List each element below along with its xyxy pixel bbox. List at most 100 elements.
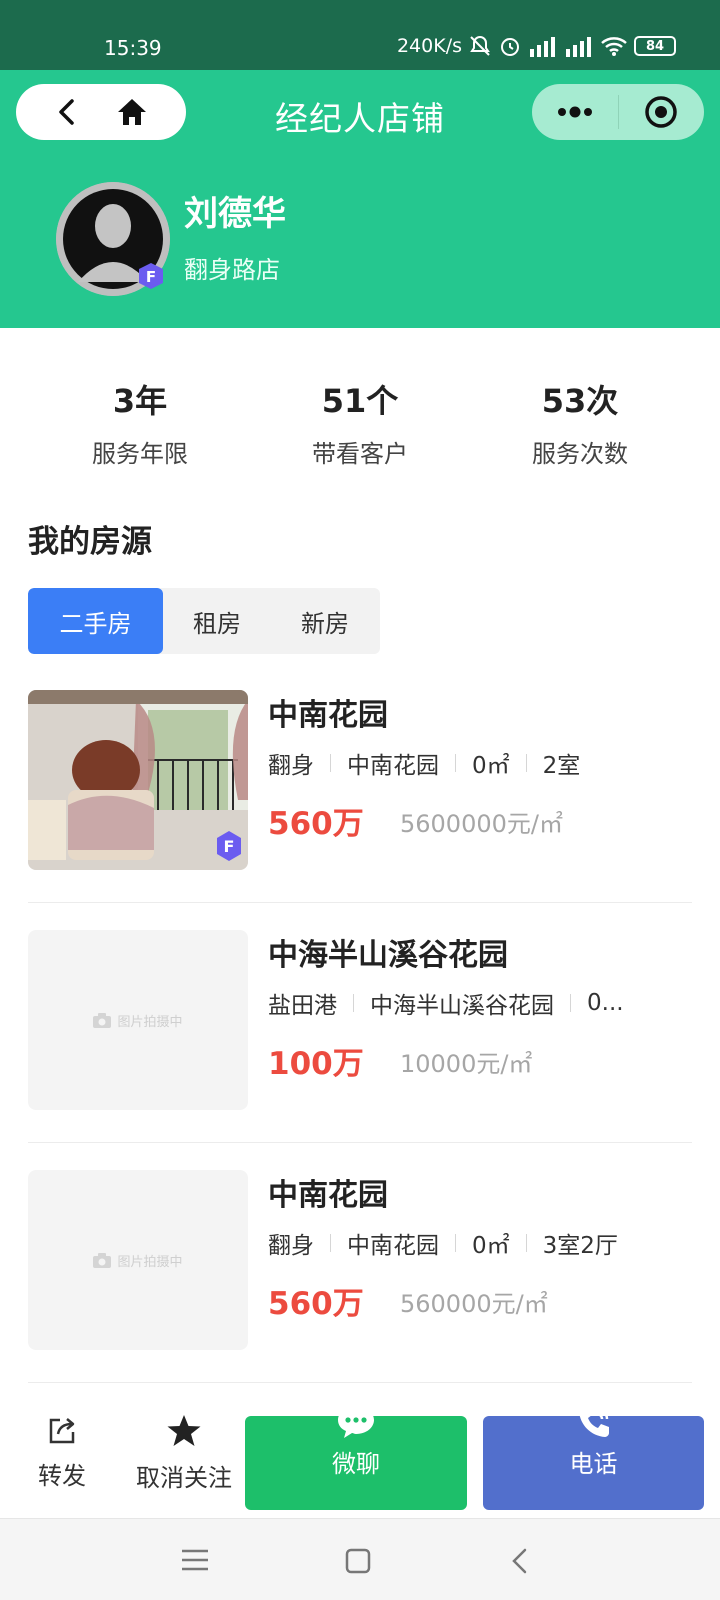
listing-item[interactable]: 图片拍摄中 中海半山溪谷花园 盐田港 中海半山溪谷花园 0... 100万 10… (28, 930, 692, 1140)
section-title: 我的房源 (28, 524, 152, 560)
divider (28, 1142, 692, 1143)
listing-item[interactable]: F 中南花园 翻身 中南花园 0㎡ 2室 560万 5600000元/㎡ (28, 690, 692, 900)
meta-separator (525, 754, 527, 772)
more-icon (557, 106, 592, 118)
battery-icon: 84 (634, 36, 676, 56)
listing-tabs: 二手房 租房 新房 (28, 588, 380, 654)
photo-placeholder: 图片拍摄中 (28, 930, 248, 1110)
phone-label: 电话 (569, 1450, 618, 1478)
svg-text:F: F (224, 837, 235, 856)
star-icon (167, 1415, 201, 1446)
tab-second-hand[interactable]: 二手房 (28, 588, 163, 654)
tab-rental[interactable]: 租房 (163, 588, 271, 654)
listing-price: 560万 (268, 806, 364, 842)
agent-store: 翻身路店 (184, 256, 280, 284)
agent-name: 刘德华 (184, 194, 286, 234)
wifi-icon (601, 37, 627, 56)
listing-photo: F (28, 690, 248, 870)
signal-icon-2 (566, 37, 591, 57)
chat-bubble-icon (338, 1406, 374, 1438)
unfollow-button[interactable]: 取消关注 (130, 1414, 238, 1493)
stat-service-years: 3年 服务年限 (30, 376, 250, 469)
bedroom-photo (28, 690, 248, 870)
target-icon (645, 96, 677, 128)
status-bar: 15:39 240K/s 84 (0, 0, 720, 70)
stat-service-count: 53次 服务次数 (470, 376, 690, 469)
meta-separator (330, 754, 331, 772)
status-icons: 240K/s 84 (397, 34, 676, 58)
chat-button[interactable]: 微聊 (245, 1406, 467, 1510)
listing-photo: 图片拍摄中 (28, 1170, 248, 1350)
action-bar: 转发 取消关注 微聊 电话 (0, 1400, 720, 1518)
phone-button[interactable]: 电话 (483, 1407, 704, 1510)
square-icon[interactable] (344, 1547, 372, 1575)
listing-community: 中南花园 (347, 1233, 439, 1259)
meta-separator (455, 754, 456, 772)
system-nav-bar (0, 1518, 720, 1600)
listing-item[interactable]: 图片拍摄中 中南花园 翻身 中南花园 0㎡ 3室2厅 560万 560000元/… (28, 1170, 692, 1380)
placeholder-text: 图片拍摄中 (117, 1254, 183, 1270)
network-speed: 240K/s (396, 35, 462, 57)
listing-meta: 盐田港 中海半山溪谷花园 0... (268, 986, 688, 1020)
listing-unit-price: 10000元/㎡ (400, 1050, 533, 1078)
listing-price: 100万 (268, 1046, 364, 1082)
listing-district: 翻身 (268, 753, 314, 779)
listing-price: 560万 (268, 1286, 364, 1322)
listing-district: 翻身 (268, 1233, 314, 1259)
listing-title: 中南花园 (268, 1178, 388, 1213)
listing-area: 0㎡ (472, 1233, 510, 1259)
listing-layout: 3室2厅 (542, 1233, 618, 1259)
agent-stats: 3年 服务年限 51个 带看客户 53次 服务次数 (30, 376, 690, 469)
listing-unit-price: 5600000元/㎡ (400, 810, 563, 838)
listing-district: 盐田港 (268, 993, 337, 1019)
signal-icon (530, 37, 555, 57)
verified-badge-icon: F (139, 263, 163, 289)
menu-icon[interactable] (180, 1547, 210, 1573)
nav-back-icon[interactable] (508, 1547, 532, 1575)
placeholder-text: 图片拍摄中 (117, 1014, 183, 1030)
stat-label: 带看客户 (312, 440, 408, 468)
meta-separator (570, 994, 571, 1012)
meta-separator (353, 994, 354, 1012)
stat-value: 53次 (541, 382, 619, 420)
tab-new-home[interactable]: 新房 (271, 588, 379, 654)
listing-title: 中南花园 (268, 698, 388, 733)
listing-photo: 图片拍摄中 (28, 930, 248, 1110)
meta-separator (525, 1234, 527, 1252)
svg-text:F: F (146, 268, 156, 286)
listing-meta: 翻身 中南花园 0㎡ 2室 (268, 746, 688, 780)
share-button[interactable]: 转发 (30, 1414, 94, 1491)
share-icon (49, 1418, 75, 1444)
divider (28, 902, 692, 903)
stat-label: 服务年限 (92, 440, 188, 468)
listing-area: 0㎡ (472, 753, 510, 779)
camera-icon (93, 1252, 112, 1268)
share-label: 转发 (38, 1462, 86, 1490)
listing-meta: 翻身 中南花园 0㎡ 3室2厅 (268, 1226, 688, 1260)
verified-badge-icon: F (217, 831, 241, 861)
menu-capsule (532, 84, 704, 140)
close-miniapp-button[interactable] (619, 84, 705, 140)
mute-bell-icon (470, 35, 490, 56)
alarm-icon (501, 38, 519, 56)
unfollow-label: 取消关注 (136, 1464, 232, 1492)
listing-community: 中南花园 (347, 753, 439, 779)
stat-label: 服务次数 (532, 440, 628, 468)
stat-clients: 51个 带看客户 (250, 376, 470, 469)
stat-value: 3年 (112, 382, 168, 420)
header: 经纪人店铺 F 刘德华 翻身路店 (0, 70, 720, 328)
status-time: 15:39 (104, 36, 162, 60)
meta-separator (330, 1234, 331, 1252)
listing-area: 0... (587, 990, 624, 1016)
stat-value: 51个 (321, 382, 399, 420)
chat-label: 微聊 (332, 1450, 380, 1478)
photo-placeholder: 图片拍摄中 (28, 1170, 248, 1350)
listing-title: 中海半山溪谷花园 (268, 938, 508, 973)
more-button[interactable] (532, 84, 618, 140)
listing-layout: 2室 (542, 753, 581, 779)
phone-icon (578, 1407, 609, 1437)
listing-community: 中海半山溪谷花园 (370, 993, 554, 1019)
listing-unit-price: 560000元/㎡ (400, 1290, 548, 1318)
meta-separator (455, 1234, 456, 1252)
camera-icon (93, 1012, 112, 1028)
